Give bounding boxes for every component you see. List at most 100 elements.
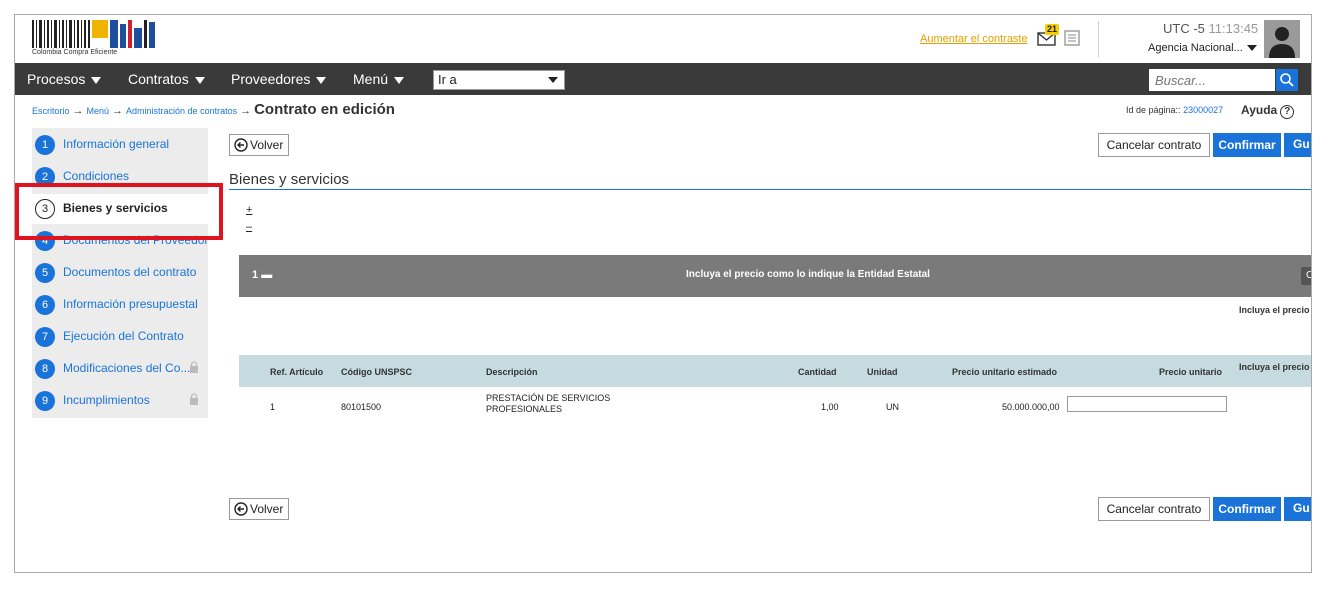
section-title: Bienes y servicios bbox=[229, 171, 350, 188]
step-label: Incumplimientos bbox=[63, 393, 150, 407]
step-ejecucion-contrato[interactable]: 7 Ejecución del Contrato bbox=[32, 322, 208, 352]
chevron-down-icon bbox=[394, 76, 405, 84]
unit-price-input[interactable] bbox=[1067, 396, 1227, 412]
group-action-button[interactable]: C bbox=[1301, 267, 1311, 285]
chevron-down-icon bbox=[91, 76, 102, 84]
search-icon bbox=[1280, 73, 1294, 87]
collapse-group-icon[interactable]: ▬ bbox=[261, 269, 272, 281]
confirm-button[interactable]: Confirmar bbox=[1213, 133, 1281, 157]
entity-selector[interactable]: Agencia Nacional... bbox=[1148, 42, 1257, 54]
contrast-link[interactable]: Aumentar el contraste bbox=[920, 33, 1028, 45]
column-header: Ref. Artículo bbox=[270, 367, 324, 377]
group-number-value: 1 bbox=[252, 269, 259, 281]
arrow-right-icon: → bbox=[240, 105, 252, 117]
cell-ref: 1 bbox=[270, 402, 276, 412]
save-button[interactable]: Gu bbox=[1284, 133, 1311, 157]
avatar[interactable] bbox=[1264, 20, 1300, 58]
mail-count-badge: 21 bbox=[1045, 24, 1060, 35]
highlight-annotation bbox=[15, 183, 223, 240]
save-button-bottom[interactable]: Gu bbox=[1284, 497, 1311, 521]
goto-select-value: Ir a bbox=[438, 72, 457, 87]
breadcrumb-contracts-admin[interactable]: Administración de contratos bbox=[126, 106, 237, 116]
chevron-down-icon bbox=[316, 76, 327, 84]
nav-proveedores[interactable]: Proveedores bbox=[231, 63, 327, 95]
cell-unspsc: 80101500 bbox=[341, 402, 382, 412]
page-title: Contrato en edición bbox=[254, 101, 395, 118]
price-instruction: Incluya el precio bbox=[1239, 305, 1310, 315]
column-header: Unidad bbox=[867, 367, 898, 377]
step-label: Información presupuestal bbox=[63, 297, 198, 311]
step-label: Condiciones bbox=[63, 169, 130, 183]
breadcrumb-menu[interactable]: Menú bbox=[87, 106, 110, 116]
steps-sidebar: 1 Información general 2 Condiciones 3 Bi… bbox=[32, 128, 208, 418]
step-number: 7 bbox=[35, 327, 55, 347]
step-incumplimientos[interactable]: 9 Incumplimientos bbox=[32, 386, 208, 416]
document-icon[interactable] bbox=[1064, 30, 1080, 46]
column-header: Descripción bbox=[486, 367, 538, 377]
cell-quantity: 1,00 bbox=[821, 402, 839, 412]
column-header: Cantidad bbox=[798, 367, 837, 377]
help-label: Ayuda bbox=[1241, 103, 1278, 117]
items-table-header: Ref. Artículo Código UNSPSC Descripción … bbox=[239, 355, 1311, 387]
column-header: Precio unitario estimado bbox=[952, 367, 1058, 377]
logo-text: Colombia Compra Eficiente bbox=[32, 49, 118, 56]
cell-estimated-price: 50.000.000,00 bbox=[1002, 402, 1060, 412]
back-button[interactable]: Volver bbox=[229, 134, 289, 156]
main-nav: Procesos Contratos Proveedores Menú Ir a bbox=[15, 63, 1311, 95]
nav-procesos[interactable]: Procesos bbox=[27, 63, 102, 95]
question-icon: ? bbox=[1280, 105, 1295, 119]
expand-all-button[interactable]: + bbox=[246, 204, 252, 216]
step-modificaciones[interactable]: 8 Modificaciones del Co... bbox=[32, 354, 208, 384]
nav-contratos[interactable]: Contratos bbox=[128, 63, 205, 95]
step-informacion-presupuestal[interactable]: 6 Información presupuestal bbox=[32, 290, 208, 320]
logo: Colombia Compra Eficiente bbox=[32, 20, 156, 58]
cancel-contract-button-bottom[interactable]: Cancelar contrato bbox=[1098, 497, 1210, 521]
search-input[interactable] bbox=[1149, 69, 1275, 91]
lock-icon bbox=[190, 361, 198, 373]
back-button-bottom[interactable]: Volver bbox=[229, 498, 289, 520]
nav-menu[interactable]: Menú bbox=[353, 63, 405, 95]
step-number: 1 bbox=[35, 135, 55, 155]
step-number: 9 bbox=[35, 391, 55, 411]
app-window: Colombia Compra Eficiente Aumentar el co… bbox=[14, 14, 1312, 573]
column-header: Precio unitario bbox=[1159, 367, 1223, 377]
page-id-label: Id de página:: bbox=[1126, 105, 1181, 115]
step-label: Ejecución del Contrato bbox=[63, 329, 184, 343]
section-divider bbox=[229, 189, 1311, 190]
arrow-right-icon: → bbox=[112, 105, 124, 117]
back-button-label: Volver bbox=[250, 138, 284, 152]
help-link[interactable]: Ayuda? bbox=[1241, 103, 1295, 119]
lock-icon bbox=[190, 393, 198, 405]
nav-proveedores-label: Proveedores bbox=[231, 71, 311, 87]
clock: UTC -5 11:13:45 bbox=[1163, 21, 1258, 36]
chevron-down-icon bbox=[1246, 45, 1257, 52]
back-button-label: Volver bbox=[250, 502, 284, 516]
entity-name: Agencia Nacional... bbox=[1148, 42, 1243, 54]
cell-description-line2: PROFESIONALES bbox=[486, 404, 563, 414]
user-silhouette-icon bbox=[1269, 27, 1295, 58]
step-informacion-general[interactable]: 1 Información general bbox=[32, 130, 208, 160]
step-documentos-contrato[interactable]: 5 Documentos del contrato bbox=[32, 258, 208, 288]
timezone-label: UTC -5 bbox=[1163, 21, 1205, 36]
cell-description-line1: PRESTACIÓN DE SERVICIOS bbox=[486, 393, 611, 403]
arrow-right-icon: → bbox=[72, 105, 84, 117]
goto-select[interactable]: Ir a bbox=[433, 70, 565, 90]
chevron-down-icon bbox=[194, 76, 205, 84]
step-label: Documentos del contrato bbox=[63, 265, 197, 279]
nav-contratos-label: Contratos bbox=[128, 71, 189, 87]
collapse-all-button[interactable]: – bbox=[246, 221, 252, 233]
breadcrumb-escritorio[interactable]: Escritorio bbox=[32, 106, 70, 116]
step-label: Modificaciones del Co... bbox=[63, 361, 191, 375]
group-number: 1 ▬ bbox=[252, 269, 272, 281]
column-header: Código UNSPSC bbox=[341, 367, 412, 377]
cancel-contract-button[interactable]: Cancelar contrato bbox=[1098, 133, 1210, 157]
search-button[interactable] bbox=[1276, 69, 1298, 91]
confirm-button-bottom[interactable]: Confirmar bbox=[1213, 497, 1281, 521]
group-title: Incluya el precio como lo indique la Ent… bbox=[686, 269, 930, 280]
nav-menu-label: Menú bbox=[353, 71, 389, 87]
step-number: 6 bbox=[35, 295, 55, 315]
page-id: Id de página:: 23000027 bbox=[1126, 105, 1223, 115]
chevron-down-icon bbox=[548, 77, 558, 83]
cell-unit: UN bbox=[886, 402, 899, 412]
item-group-header: 1 ▬ Incluya el precio como lo indique la… bbox=[239, 255, 1311, 297]
